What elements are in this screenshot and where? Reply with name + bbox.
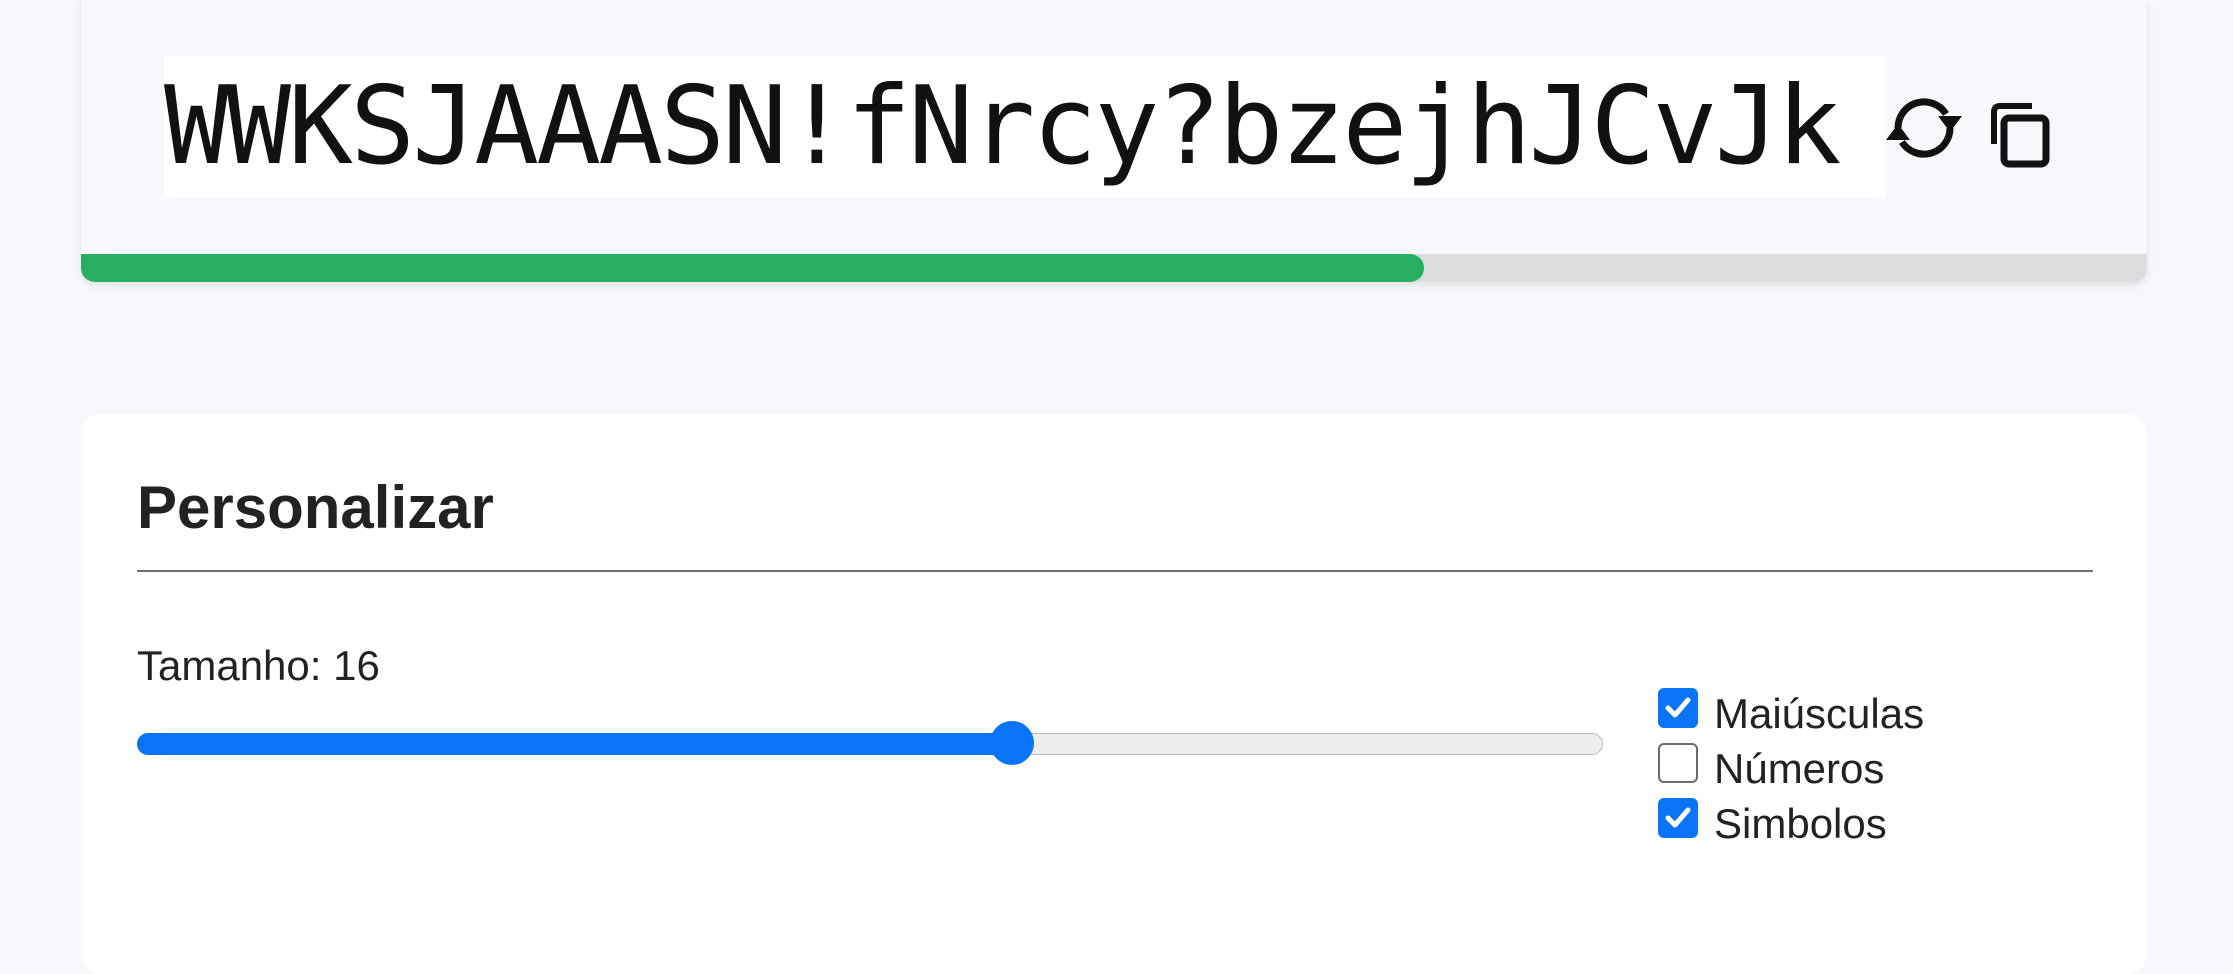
refresh-icon bbox=[1886, 98, 1962, 158]
length-label: Tamanho: 16 bbox=[137, 642, 380, 689]
slider-fill bbox=[137, 733, 1012, 755]
strength-bar-fill bbox=[81, 254, 1424, 282]
option-numbers[interactable]: Números bbox=[1658, 735, 1924, 792]
refresh-button[interactable] bbox=[1884, 88, 1964, 168]
checkmark-icon bbox=[1665, 697, 1691, 717]
numbers-label: Números bbox=[1714, 744, 1885, 792]
uppercase-checkbox[interactable] bbox=[1658, 687, 1698, 728]
customize-card: Personalizar Tamanho: 16 Maiúsculas Núme… bbox=[81, 414, 2147, 974]
character-options: Maiúsculas Números Simbolos bbox=[1658, 680, 1924, 847]
customize-title: Personalizar bbox=[137, 474, 494, 541]
divider bbox=[137, 570, 2093, 572]
slider-thumb[interactable] bbox=[990, 721, 1034, 765]
password-card: WWKSJAAASN!fNrcy?bzejhJCvJk bbox=[81, 0, 2147, 282]
symbols-checkbox[interactable] bbox=[1658, 797, 1698, 838]
symbols-label: Simbolos bbox=[1714, 799, 1887, 847]
numbers-checkbox[interactable] bbox=[1658, 742, 1698, 783]
uppercase-label: Maiúsculas bbox=[1714, 689, 1925, 737]
copy-button[interactable] bbox=[1988, 98, 2054, 170]
option-uppercase[interactable]: Maiúsculas bbox=[1658, 680, 1924, 737]
strength-bar bbox=[81, 254, 2147, 282]
option-symbols[interactable]: Simbolos bbox=[1658, 790, 1924, 847]
password-display[interactable]: WWKSJAAASN!fNrcy?bzejhJCvJk bbox=[164, 56, 1886, 198]
length-slider[interactable] bbox=[137, 721, 1603, 765]
checkmark-icon bbox=[1665, 807, 1691, 827]
copy-icon bbox=[1991, 103, 2050, 168]
